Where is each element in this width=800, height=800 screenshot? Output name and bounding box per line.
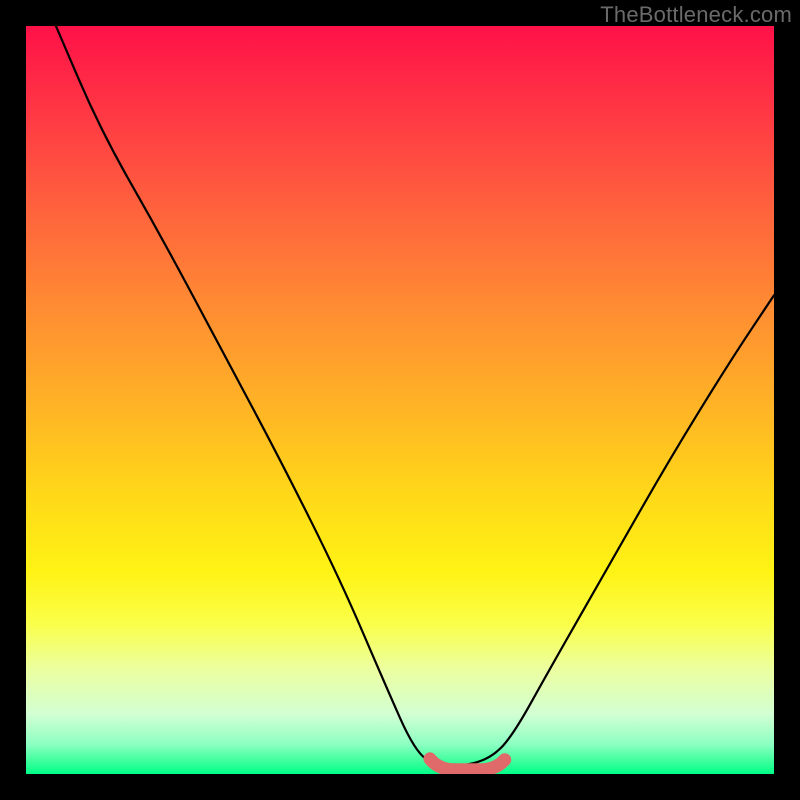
watermark-text: TheBottleneck.com bbox=[600, 2, 792, 28]
chart-frame: TheBottleneck.com bbox=[0, 0, 800, 800]
bottleneck-curve-path bbox=[56, 26, 774, 767]
highlight-segment-path bbox=[430, 759, 505, 770]
curve-svg bbox=[26, 26, 774, 774]
plot-area bbox=[26, 26, 774, 774]
